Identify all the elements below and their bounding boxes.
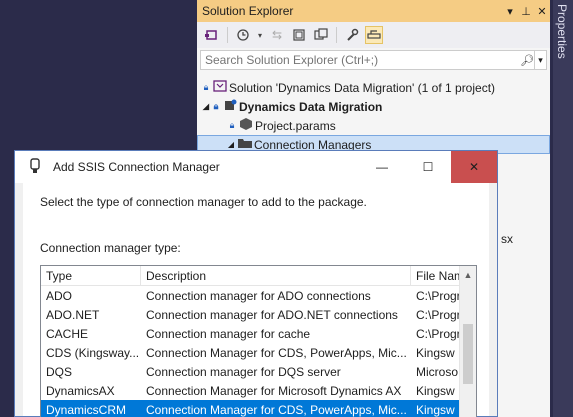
scroll-up-icon[interactable]: ▲ [460, 266, 476, 283]
partial-tree-text: sx [501, 232, 513, 246]
window-position-dropdown-icon[interactable]: ▾ [502, 5, 518, 18]
cell-type: ADO [46, 288, 73, 303]
minimize-button[interactable]: — [359, 151, 405, 183]
add-connection-manager-dialog: Add SSIS Connection Manager — ☐ ✕ Select… [14, 150, 498, 417]
column-header-file-name[interactable]: File Nam [411, 266, 461, 285]
cell-type: DynamicsAX [46, 383, 115, 398]
dialog-body: Select the type of connection manager to… [23, 183, 489, 417]
tree-item-solution[interactable]: 🔒︎ Solution 'Dynamics Data Migration' (1… [197, 78, 550, 97]
column-header-type[interactable]: Type [41, 266, 141, 285]
solution-explorer-toolbar: ▾ ⇆ [197, 22, 550, 48]
lock-icon: 🔒︎ [213, 101, 219, 111]
list-header: Type Description File Nam [41, 266, 476, 286]
refresh-icon[interactable] [290, 26, 308, 44]
solution-icon [211, 80, 229, 95]
pin-icon[interactable]: ⊥ [518, 5, 534, 18]
toolbar-separator [227, 27, 228, 43]
properties-tab-label: Properties [555, 4, 569, 59]
maximize-button[interactable]: ☐ [405, 151, 451, 183]
cell-file-name: C:\Progr [416, 288, 461, 303]
cell-description: Connection manager for ADO connections [146, 288, 371, 303]
cell-file-name: Microso [416, 364, 459, 379]
switch-views-icon[interactable] [203, 26, 221, 44]
list-item[interactable]: DynamicsAX Connection Manager for Microso… [41, 381, 476, 400]
collapse-all-icon[interactable] [312, 26, 330, 44]
close-icon[interactable]: ✕ [534, 5, 550, 18]
properties-tab[interactable]: Properties [553, 0, 573, 417]
search-options-dropdown-icon[interactable]: ▾ [534, 51, 546, 69]
cell-file-name: C:\Progr [416, 307, 461, 322]
close-button[interactable]: ✕ [451, 151, 497, 183]
tree-item-project-params[interactable]: 🔒︎ Project.params [197, 116, 550, 135]
tree-item-project[interactable]: ◢ 🔒︎ Dynamics Data Migration [197, 97, 550, 116]
vertical-scrollbar[interactable]: ▲ [459, 266, 476, 417]
cell-description: Connection Manager for CDS, PowerApps, M… [146, 402, 407, 417]
filter-dropdown-icon[interactable]: ▾ [256, 26, 264, 44]
list-item[interactable]: DynamicsCRM Connection Manager for CDS, P… [41, 400, 476, 417]
cell-description: Connection Manager for CDS, PowerApps, M… [146, 345, 407, 360]
params-icon [237, 117, 255, 134]
list-item[interactable]: ADO Connection manager for ADO connection… [41, 286, 476, 305]
properties-wrench-icon[interactable] [343, 26, 361, 44]
solution-explorer-titlebar: Solution Explorer ▾ ⊥ ✕ [197, 0, 550, 22]
list-rows: ADO Connection manager for ADO connection… [41, 286, 476, 417]
cell-file-name: Kingsw [416, 402, 455, 417]
cell-description: Connection Manager for Microsoft Dynamic… [146, 383, 402, 398]
tree-item-label: Solution 'Dynamics Data Migration' (1 of… [229, 80, 496, 95]
cell-type: DynamicsCRM [46, 402, 127, 417]
lock-icon: 🔒︎ [203, 82, 209, 92]
expand-arrow-icon[interactable]: ◢ [201, 102, 211, 111]
instruction-text: Select the type of connection manager to… [40, 195, 367, 209]
column-header-description[interactable]: Description [141, 266, 411, 285]
list-label: Connection manager type: [40, 241, 181, 255]
ssis-connection-icon [21, 157, 49, 177]
sync-with-active-document-icon[interactable]: ⇆ [268, 26, 286, 44]
list-item[interactable]: CACHE Connection manager for cache C:\Prog… [41, 324, 476, 343]
pending-changes-filter-icon[interactable] [234, 26, 252, 44]
cell-description: Connection manager for DQS server [146, 364, 341, 379]
solution-explorer-search-box[interactable]: 🔎︎ ▾ [200, 50, 547, 70]
cell-description: Connection manager for cache [146, 326, 311, 341]
cell-file-name: C:\Progr [416, 326, 461, 341]
expand-arrow-icon[interactable]: ◢ [226, 140, 236, 149]
cell-type: DQS [46, 364, 73, 379]
solution-tree: 🔒︎ Solution 'Dynamics Data Migration' (1… [197, 78, 550, 154]
cell-type: CACHE [46, 326, 89, 341]
connection-type-list[interactable]: Type Description File Nam ADO Connection … [40, 265, 477, 417]
dialog-titlebar: Add SSIS Connection Manager — ☐ ✕ [15, 151, 497, 183]
lock-icon: 🔒︎ [229, 120, 235, 130]
toolbar-separator [336, 27, 337, 43]
list-item[interactable]: DQS Connection manager for DQS server Micr… [41, 362, 476, 381]
cell-type: ADO.NET [46, 307, 100, 322]
cell-file-name: Kingsw [416, 345, 455, 360]
preview-selected-items-icon[interactable] [365, 26, 383, 44]
list-item[interactable]: ADO.NET Connection manager for ADO.NET co… [41, 305, 476, 324]
scrollbar-thumb[interactable] [463, 324, 473, 384]
list-item[interactable]: CDS (Kingsway... Connection Manager for C… [41, 343, 476, 362]
tree-item-label: Dynamics Data Migration [239, 99, 383, 114]
dialog-title: Add SSIS Connection Manager [53, 160, 220, 174]
tree-item-label: Project.params [255, 118, 336, 133]
cell-description: Connection manager for ADO.NET connectio… [146, 307, 398, 322]
solution-explorer-title: Solution Explorer [202, 4, 294, 18]
cell-file-name: Kingsw [416, 383, 455, 398]
cell-type: CDS (Kingsway... [46, 345, 140, 360]
search-icon[interactable]: 🔎︎ [520, 54, 534, 67]
search-input[interactable] [201, 53, 520, 67]
ssis-project-icon [221, 98, 239, 115]
